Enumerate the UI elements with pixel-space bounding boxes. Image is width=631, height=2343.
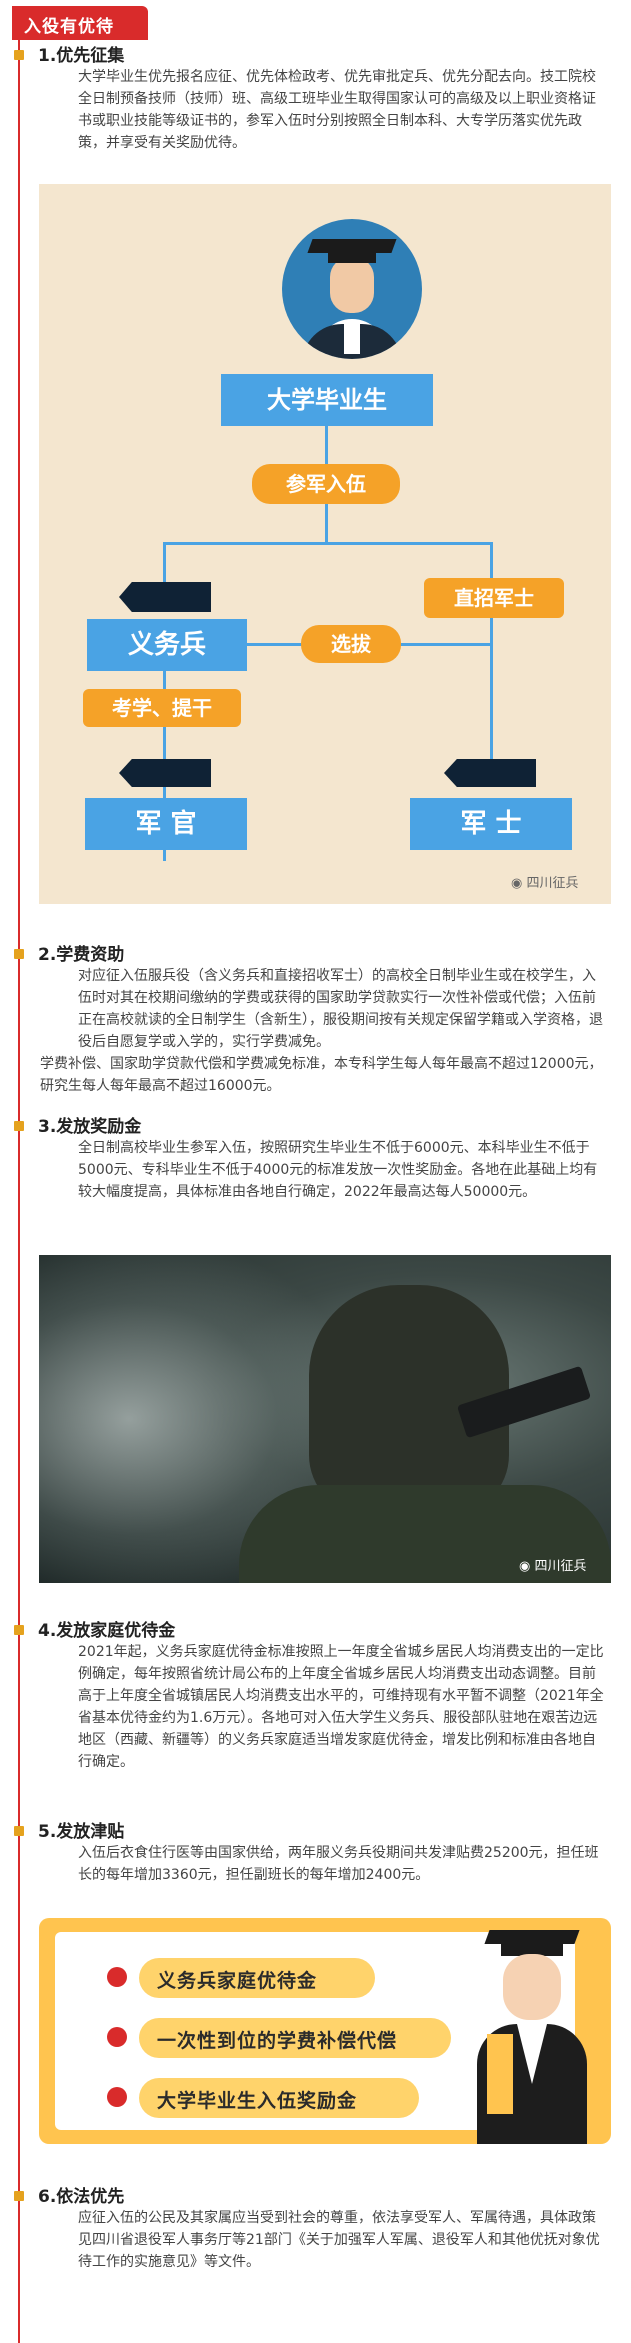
flowchart: 大学毕业生 参军入伍 义务兵 直招军士 选拔 考学、提干 军 官 军 士 ◉ 四…	[39, 184, 611, 904]
node-graduate-label: 大学毕业生	[267, 386, 387, 414]
section-text: 全日制高校毕业生参军入伍，按照研究生毕业生不低于6000元、本科毕业生不低于50…	[78, 1140, 598, 1200]
section-title: 2.学费资助	[38, 945, 125, 965]
section-marker	[14, 1826, 24, 1836]
node-enlist-label: 参军入伍	[286, 472, 366, 496]
benefit-item: 大学毕业生入伍奖励金	[139, 2078, 419, 2118]
node-graduate: 大学毕业生	[221, 374, 433, 426]
watermark: ◉ 四川征兵	[519, 1555, 587, 1574]
section-text: 应征入伍的公民及其家属应当受到社会的尊重，依法享受军人、军属待遇，具体政策见四川…	[78, 2210, 600, 2270]
node-direct-nco: 直招军士	[424, 578, 564, 618]
watermark-text: 四川征兵	[526, 876, 579, 891]
node-enlist: 参军入伍	[252, 464, 400, 504]
node-conscript-label: 义务兵	[127, 630, 206, 660]
watermark-text: 四川征兵	[534, 1559, 587, 1574]
connector	[325, 426, 328, 464]
section-title: 5.发放津贴	[38, 1822, 125, 1842]
wechat-icon: ◉	[511, 876, 523, 891]
rank-insignia	[119, 582, 211, 612]
medal-icon	[103, 2082, 131, 2112]
section-text: 入伍后衣食住行医等由国家供给，两年服义务兵役期间共发津贴费25200元，担任班长…	[78, 1845, 599, 1883]
header-tab: 入役有优待	[12, 6, 148, 40]
section-marker	[14, 50, 24, 60]
benefit-item: 一次性到位的学费补偿代偿	[139, 2018, 451, 2058]
section-text: 2021年起，义务兵家庭优待金标准按照上一年度全省城乡居民人均消费支出的一定比例…	[78, 1644, 604, 1770]
section-title: 6.依法优先	[38, 2187, 125, 2207]
section-text: 大学毕业生优先报名应征、优先体检政考、优先审批定兵、优先分配去向。技工院校全日制…	[78, 66, 608, 154]
benefit-item: 义务兵家庭优待金	[139, 1958, 375, 1998]
medal-icon	[103, 2022, 131, 2052]
connector	[490, 542, 493, 578]
section-marker	[14, 949, 24, 959]
benefit-item-label: 义务兵家庭优待金	[157, 1970, 318, 1992]
section-marker	[14, 2191, 24, 2201]
graduate-avatar	[282, 219, 422, 359]
medal-icon	[103, 1962, 131, 1992]
section-title: 4.发放家庭优待金	[38, 1621, 176, 1641]
node-conscript: 义务兵	[87, 619, 247, 671]
rank-insignia	[119, 759, 211, 787]
node-nco: 军 士	[410, 798, 572, 850]
section-text-content: 大学毕业生优先报名应征、优先体检政考、优先审批定兵、优先分配去向。技工院校全日制…	[78, 69, 596, 151]
node-exam-promote-label: 考学、提干	[112, 696, 212, 720]
benefits-banner: 义务兵家庭优待金 一次性到位的学费补偿代偿 大学毕业生入伍奖励金	[39, 1918, 611, 2144]
wechat-icon: ◉	[519, 1559, 531, 1574]
node-officer: 军 官	[85, 798, 247, 850]
section-marker	[14, 1121, 24, 1131]
watermark: ◉ 四川征兵	[511, 872, 579, 891]
connector	[163, 542, 493, 545]
section-text: 学费补偿、国家助学贷款代偿和学费减免标准，本专科学生每人每年最高不超过12000…	[40, 1056, 603, 1094]
header-title: 入役有优待	[24, 17, 114, 37]
graduate-illustration	[457, 1924, 607, 2144]
section-header: 入役有优待	[12, 6, 148, 40]
node-exam-promote: 考学、提干	[83, 689, 241, 727]
rank-insignia	[444, 759, 536, 787]
benefit-item-label: 一次性到位的学费补偿代偿	[157, 2030, 398, 2052]
section-text: 对应征入伍服兵役（含义务兵和直接招收军士）的高校全日制毕业生或在校学生，入伍时对…	[78, 968, 603, 1050]
connector	[325, 504, 328, 544]
soldier-photo: ◉ 四川征兵	[39, 1255, 611, 1583]
section-title: 3.发放奖励金	[38, 1117, 142, 1137]
benefit-item-label: 大学毕业生入伍奖励金	[157, 2090, 358, 2112]
node-select-label: 选拔	[331, 632, 371, 656]
node-direct-nco-label: 直招军士	[454, 586, 534, 610]
node-nco-label: 军 士	[460, 809, 522, 839]
timeline-line	[18, 26, 20, 2343]
section-marker	[14, 1625, 24, 1635]
node-officer-label: 军 官	[135, 809, 197, 839]
node-select: 选拔	[301, 625, 401, 663]
section-title: 1.优先征集	[38, 46, 125, 66]
